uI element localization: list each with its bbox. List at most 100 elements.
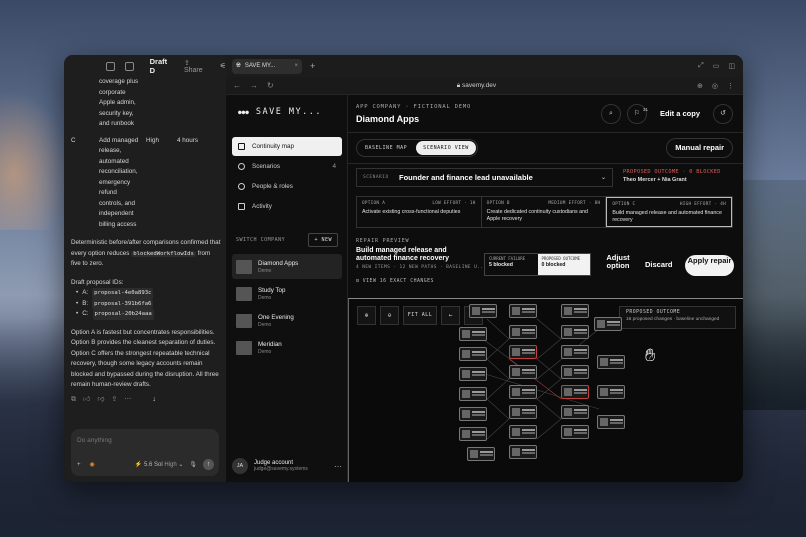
tab-title: SAVE MY...	[244, 63, 276, 69]
window-icon[interactable]: ▭	[713, 62, 720, 70]
browser-tab[interactable]: 🌐︎ SAVE MY... ×	[232, 58, 302, 74]
map-node[interactable]	[597, 415, 625, 429]
chat-panel: Draft D ⇪ Share ⚟ coverage plus corporat…	[64, 55, 226, 482]
close-tab-icon[interactable]: ×	[294, 63, 298, 69]
discard-button[interactable]: Discard	[645, 260, 673, 269]
map-node[interactable]	[509, 425, 537, 439]
company-sub: Demo	[258, 294, 272, 301]
map-node[interactable]	[459, 427, 487, 441]
map-node[interactable]	[597, 355, 625, 369]
map-node[interactable]	[459, 387, 487, 401]
company-item[interactable]: Study Top Demo	[232, 281, 342, 306]
option-c-card[interactable]: OPTION C HIGH EFFORT · 4H Build managed r…	[606, 197, 733, 227]
scenario-select[interactable]: SCENARIO Founder and finance lead unavai…	[356, 168, 613, 187]
map-node[interactable]	[597, 385, 625, 399]
more-icon[interactable]: ⋯	[334, 462, 342, 471]
map-node[interactable]	[561, 405, 589, 419]
search-button[interactable]: ⌕	[600, 104, 621, 124]
option-a-card[interactable]: OPTION A LOW EFFORT · 1H Activate existin…	[357, 197, 482, 227]
copy-icon[interactable]: ⧉	[71, 395, 76, 406]
zoom-out-button[interactable]: ⊖	[380, 306, 399, 325]
profile-icon[interactable]: ◎	[712, 82, 718, 90]
map-node[interactable]	[509, 365, 537, 379]
company-item[interactable]: One Evening Demo	[232, 308, 342, 333]
outcome-title: PROPOSED OUTCOME · 0 BLOCKED	[623, 169, 721, 175]
map-node[interactable]	[509, 385, 537, 399]
manual-repair-button[interactable]: Manual repair	[666, 138, 733, 158]
tab-scenario-view[interactable]: SCENARIO VIEW	[416, 141, 476, 155]
map-node[interactable]	[561, 325, 589, 339]
composer-input[interactable]: Do anything	[77, 437, 112, 444]
thumbs-down-icon[interactable]: 👎︎	[97, 395, 104, 406]
undo-button[interactable]: ↺	[713, 104, 733, 124]
view-changes-link[interactable]: ⊟ VIEW 16 EXACT CHANGES	[356, 279, 434, 284]
back-icon[interactable]: ←	[233, 81, 241, 90]
map-node[interactable]	[509, 445, 537, 459]
new-chat-icon[interactable]	[124, 61, 134, 71]
nav-controls: ← → ↻	[226, 81, 274, 90]
option-desc: Activate existing cross-functional deput…	[362, 209, 461, 215]
url-field[interactable]: 🔒︎ savemy.dev	[457, 82, 496, 90]
model-label: 5.6 Sol	[143, 462, 163, 468]
map-node[interactable]	[561, 425, 589, 439]
map-node[interactable]	[509, 304, 537, 318]
map-node[interactable]	[561, 365, 589, 379]
continuity-map-canvas[interactable]: ⊕ ⊖ FIT ALL ← → PROPOSED OUTCOME 16 prop…	[348, 298, 743, 482]
nav-item-scenarios[interactable]: Scenarios 4	[232, 157, 342, 176]
attachment-icon[interactable]: ◉	[90, 461, 95, 468]
company-item[interactable]: Diamond Apps Demo	[232, 254, 342, 279]
thumbs-up-icon[interactable]: 👍︎	[83, 395, 90, 406]
share-button[interactable]: ⇪ Share	[184, 59, 210, 74]
avatar: JA	[232, 458, 248, 474]
company-item[interactable]: Meridian Demo	[232, 335, 342, 360]
zoom-in-button[interactable]: ⊕	[357, 306, 376, 325]
map-node[interactable]	[459, 407, 487, 421]
table-cell: 4 hours	[177, 136, 199, 144]
map-node[interactable]	[594, 317, 622, 331]
current-failure: CURRENT FAILURE 5 blocked	[489, 256, 526, 268]
map-node[interactable]	[561, 304, 589, 318]
map-node[interactable]	[467, 447, 495, 461]
scroll-down-icon[interactable]: ↓	[152, 395, 156, 406]
map-node[interactable]	[509, 345, 537, 359]
more-icon[interactable]: ⋯	[124, 395, 131, 406]
nav-item-continuity-map[interactable]: Continuity map	[232, 137, 342, 156]
map-node[interactable]	[459, 347, 487, 361]
account-menu[interactable]: JA Judge account judge@savemy.systems ⋯	[232, 458, 342, 474]
map-node[interactable]	[509, 405, 537, 419]
menu-icon[interactable]: ⋮	[727, 82, 734, 90]
new-tab-button[interactable]: +	[310, 61, 315, 71]
adjust-option-button[interactable]: Adjust option	[599, 254, 637, 270]
map-node[interactable]	[561, 385, 589, 399]
map-node[interactable]	[509, 325, 537, 339]
forward-icon[interactable]: →	[250, 81, 258, 90]
apply-repair-button[interactable]: Apply repair	[685, 255, 734, 276]
pan-left-button[interactable]: ←	[441, 306, 460, 325]
model-selector[interactable]: ⚡ 5.6 Sol High ⌄	[135, 461, 184, 468]
brand[interactable]: ●●● SAVE MY...	[238, 107, 322, 117]
reload-icon[interactable]: ↻	[267, 81, 274, 90]
fit-all-button[interactable]: FIT ALL	[403, 306, 437, 325]
nav-item-people[interactable]: People & roles	[232, 177, 342, 196]
share-icon[interactable]: ⇪	[111, 395, 117, 406]
map-node[interactable]	[561, 345, 589, 359]
repair-options: OPTION A LOW EFFORT · 1H Activate existin…	[356, 196, 733, 228]
mic-icon[interactable]: 🎙︎	[189, 461, 197, 468]
add-icon[interactable]: +	[77, 462, 81, 468]
notifications-button[interactable]: ⚐ 31	[626, 104, 648, 124]
nav-item-activity[interactable]: Activity	[232, 197, 342, 216]
tab-baseline-map[interactable]: BASELINE MAP	[358, 141, 414, 155]
edit-copy-button[interactable]: Edit a copy	[653, 104, 707, 124]
map-node[interactable]	[459, 327, 487, 341]
extensions-icon[interactable]: ⊕	[697, 82, 703, 90]
nav-label: Activity	[252, 203, 272, 210]
panel-icon[interactable]: ◫	[728, 62, 735, 70]
map-node[interactable]	[469, 304, 497, 318]
expand-icon[interactable]: ⤢	[698, 62, 704, 70]
option-b-card[interactable]: OPTION B MEDIUM EFFORT · 8H Create dedica…	[482, 197, 607, 227]
new-company-button[interactable]: + NEW	[308, 233, 338, 247]
map-node[interactable]	[459, 367, 487, 381]
sidebar-toggle-icon[interactable]	[106, 61, 115, 71]
nav-count: 4	[332, 163, 336, 170]
send-button[interactable]: ↑	[203, 459, 214, 470]
